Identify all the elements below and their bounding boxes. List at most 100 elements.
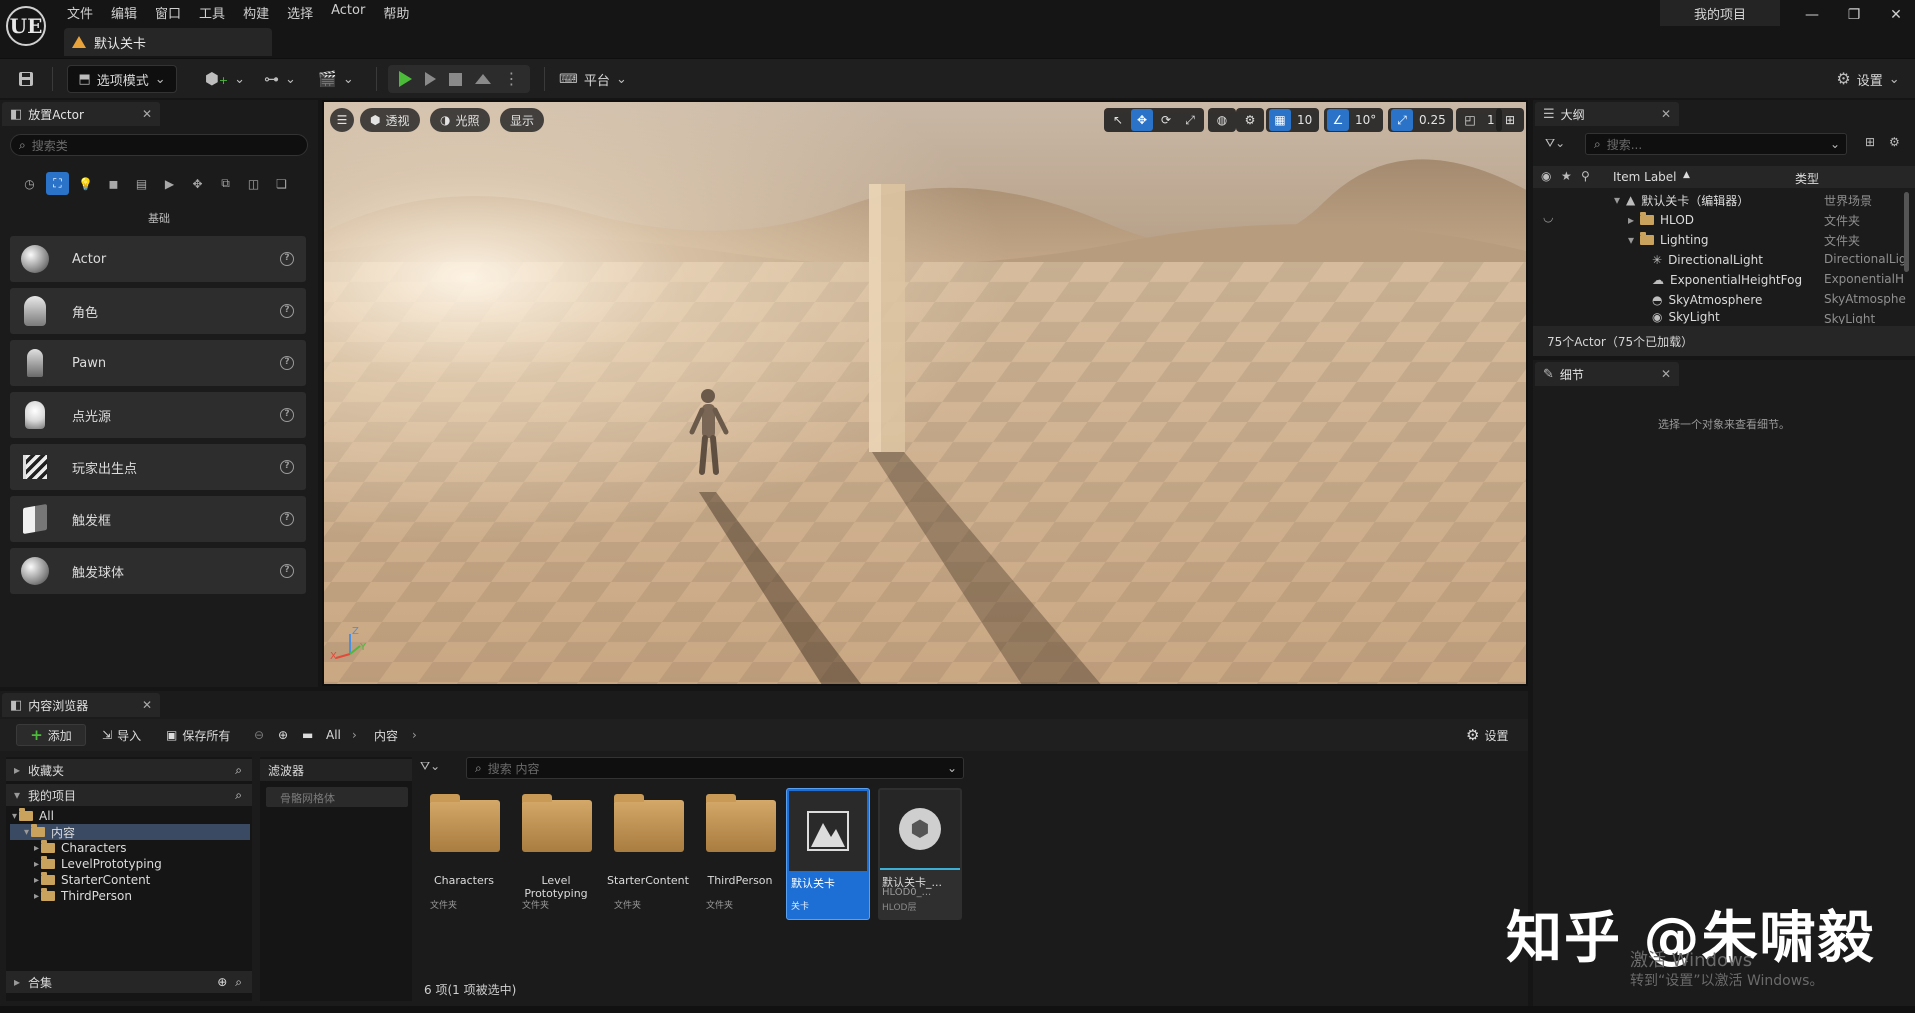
outliner-scrollbar[interactable] (1904, 192, 1909, 272)
menu-tools[interactable]: 工具 (190, 0, 234, 24)
help-icon[interactable]: ? (280, 408, 294, 422)
close-tab-icon[interactable]: ✕ (1661, 107, 1671, 121)
details-tab[interactable]: ✎ 细节 ✕ (1535, 362, 1679, 386)
cinematic-icon[interactable]: ▤ (130, 172, 153, 195)
tree-row-hlod[interactable]: ▸ HLOD (1628, 210, 1694, 230)
rotation-snap-control[interactable]: ∠ 10° (1324, 108, 1384, 132)
actor-item-actor[interactable]: Actor ? (10, 236, 306, 282)
tree-row-level[interactable]: ▾ ▲ 默认关卡（编辑器） (1614, 190, 1749, 210)
actor-item-character[interactable]: 角色 ? (10, 288, 306, 334)
type-header[interactable]: 类型 (1795, 170, 1819, 187)
scale-snap-control[interactable]: ⤢ 0.25 (1388, 108, 1453, 132)
filter-icon[interactable]: ⛛⌄ (1545, 136, 1565, 151)
rotate-icon[interactable]: ⟳ (1155, 109, 1177, 131)
more-options-icon[interactable]: ⋮ (504, 71, 520, 87)
menu-window[interactable]: 窗口 (146, 0, 190, 24)
asset-tile-hlod-layer[interactable]: ⬢ 默认关卡_... HLOD0_... HLOD层 (878, 788, 962, 920)
menu-actor[interactable]: Actor (322, 0, 374, 24)
surface-snap-toggle[interactable]: ⚙ (1236, 108, 1264, 132)
help-icon[interactable]: ? (280, 564, 294, 578)
asset-tile-characters[interactable]: Characters 文件夹 (422, 792, 506, 920)
viewport-layout-button[interactable]: ⊞ (1496, 108, 1524, 132)
collections-header[interactable]: ▸ 合集 ⊕ ⌕ (6, 971, 252, 993)
chevron-right-icon[interactable]: › (412, 724, 417, 746)
folder-tree-startercontent[interactable]: ▸ StarterContent (34, 872, 150, 888)
lighting-button[interactable]: ◑ 光照 (430, 108, 490, 132)
close-tab-icon[interactable]: ✕ (142, 107, 152, 121)
volumes-icon[interactable]: ⧉ (214, 172, 237, 195)
help-icon[interactable]: ? (280, 356, 294, 370)
geometry-icon[interactable]: ✥ (186, 172, 209, 195)
item-label-header[interactable]: Item Label (1613, 170, 1677, 184)
play-icon[interactable] (398, 71, 412, 87)
my-project-header[interactable]: ▾ 我的项目 ⌕ (6, 784, 252, 806)
asset-tile-startercontent[interactable]: StarterContent 文件夹 (606, 792, 690, 920)
cinematics-button[interactable]: 🎬 ⌄ (316, 65, 356, 93)
hidden-eye-icon[interactable]: ◡ (1543, 210, 1553, 224)
asset-tile-default-level[interactable]: 默认关卡 关卡 (786, 788, 870, 920)
close-tab-icon[interactable]: ✕ (1661, 367, 1671, 381)
move-icon[interactable]: ✥ (1131, 109, 1153, 131)
menu-select[interactable]: 选择 (278, 0, 322, 24)
world-local-toggle[interactable]: ◍ (1208, 108, 1236, 132)
menu-help[interactable]: 帮助 (374, 0, 418, 24)
visibility-icon[interactable]: ◉ (1541, 169, 1551, 183)
restore-button[interactable]: ❐ (1836, 4, 1872, 26)
search-icon[interactable]: ⌕ (235, 788, 242, 803)
search-classes-input[interactable]: ⌕ 搜索类 (10, 134, 308, 156)
select-arrow-icon[interactable]: ↖ (1107, 109, 1129, 131)
save-icon[interactable] (12, 65, 40, 93)
add-actor-button[interactable]: ⬢+ ⌄ (205, 65, 245, 93)
outliner-search-input[interactable]: ⌕ 搜索... ⌄ (1585, 133, 1847, 155)
level-tab[interactable]: 默认关卡 (64, 28, 272, 56)
breadcrumb-all[interactable]: All (326, 724, 341, 746)
level-viewport[interactable]: Z X Y ☰ ⬢ 透视 ◑ 光照 显示 ↖ ✥ ⟳ ⤢ ◍ ⚙ ▦ 10 ∠ … (322, 100, 1528, 686)
add-button[interactable]: + 添加 (16, 724, 86, 746)
content-search-input[interactable]: ⌕ 搜索 内容 ⌄ (466, 757, 964, 779)
minimize-button[interactable]: — (1794, 4, 1830, 26)
stop-icon[interactable] (448, 72, 462, 86)
actor-item-trigger-sphere[interactable]: 触发球体 ? (10, 548, 306, 594)
help-icon[interactable]: ? (280, 460, 294, 474)
step-icon[interactable] (424, 72, 436, 86)
actor-item-point-light[interactable]: 点光源 ? (10, 392, 306, 438)
eject-icon[interactable] (474, 74, 491, 84)
folder-tree-levelprototyping[interactable]: ▸ LevelPrototyping (34, 856, 162, 872)
actor-item-pawn[interactable]: Pawn ? (10, 340, 306, 386)
star-icon[interactable]: ★ (1561, 169, 1572, 183)
visual-effects-icon[interactable]: ▶ (158, 172, 181, 195)
actor-item-trigger-box[interactable]: 触发框 ? (10, 496, 306, 542)
help-icon[interactable]: ? (280, 304, 294, 318)
platform-button[interactable]: ⌨ 平台 ⌄ (558, 65, 628, 93)
tree-row-lighting[interactable]: ▾ Lighting (1628, 230, 1709, 250)
tree-row-sky-atmosphere[interactable]: ◓ SkyAtmosphere (1652, 290, 1762, 310)
menu-edit[interactable]: 编辑 (102, 0, 146, 24)
favorites-header[interactable]: ▸ 收藏夹 ⌕ (6, 759, 252, 781)
settings-button[interactable]: ⚙ 设置 ⌄ (1832, 65, 1904, 93)
help-icon[interactable]: ? (280, 512, 294, 526)
close-tab-icon[interactable]: ✕ (142, 698, 152, 712)
close-window-button[interactable]: ✕ (1878, 4, 1914, 26)
tree-row-directional-light[interactable]: ✳ DirectionalLight (1652, 250, 1763, 270)
lights-icon[interactable]: 💡 (74, 172, 97, 195)
help-icon[interactable]: ? (280, 252, 294, 266)
add-folder-icon[interactable]: ⊞ (1865, 135, 1875, 149)
shapes-icon[interactable]: ◼ (102, 172, 125, 195)
show-button[interactable]: 显示 (500, 108, 545, 132)
gear-icon[interactable]: ⚙ (1889, 135, 1900, 149)
camera-speed-control[interactable]: ◰ 1 (1456, 108, 1502, 132)
filter-chip-skeletal-mesh[interactable]: 骨骼网格体 (266, 787, 408, 807)
import-button[interactable]: ⇲ 导入 (102, 724, 141, 746)
all-classes-icon[interactable]: ◫ (242, 172, 265, 195)
save-all-button[interactable]: ▣ 保存所有 (166, 724, 230, 746)
mode-select-dropdown[interactable]: ⬒ 选项模式 ⌄ (67, 65, 177, 93)
perspective-button[interactable]: ⬢ 透视 (360, 108, 420, 132)
search-icon[interactable]: ⌕ (235, 763, 242, 778)
folder-tree-characters[interactable]: ▸ Characters (34, 840, 127, 856)
settings-button[interactable]: ⚙ 设置 (1466, 724, 1508, 746)
outliner-tab[interactable]: ☰ 大纲 ✕ (1535, 102, 1679, 126)
add-collection-icon[interactable]: ⊕ (217, 975, 227, 989)
blueprint-button[interactable]: ⊶ ⌄ (260, 65, 300, 93)
unreal-logo-icon[interactable]: UE (6, 6, 46, 46)
menu-build[interactable]: 构建 (234, 0, 278, 24)
